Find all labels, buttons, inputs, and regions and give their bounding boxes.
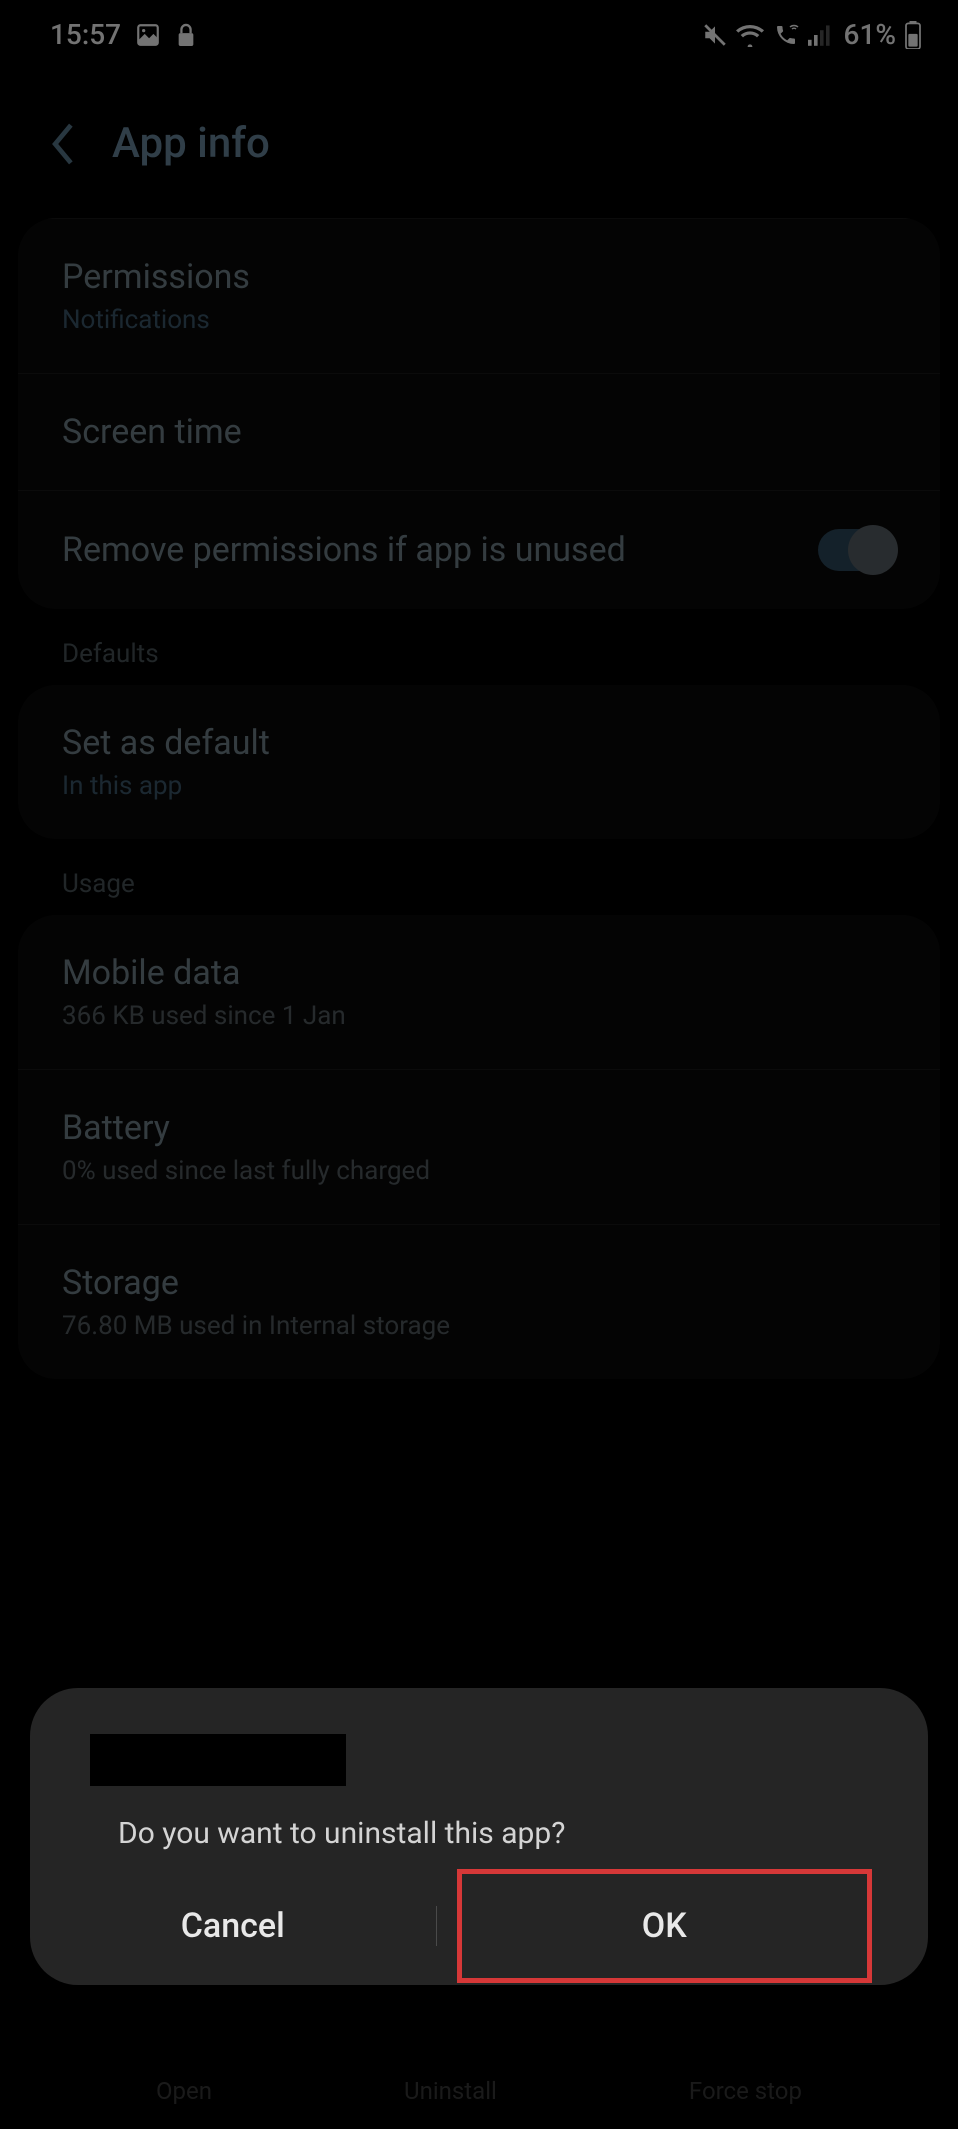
item-title: Storage	[62, 1263, 896, 1303]
back-icon[interactable]	[50, 122, 76, 166]
action-uninstall[interactable]: Uninstall	[404, 2077, 497, 2105]
section-defaults: Defaults	[0, 609, 958, 685]
item-subtitle: In this app	[62, 771, 896, 801]
card-defaults: Set as default In this app	[18, 685, 940, 839]
item-subtitle: 0% used since last fully charged	[62, 1156, 896, 1186]
item-subtitle: Notifications	[62, 305, 896, 335]
item-title: Remove permissions if app is unused	[62, 530, 626, 570]
item-title: Permissions	[62, 257, 896, 297]
item-storage[interactable]: Storage 76.80 MB used in Internal storag…	[18, 1225, 940, 1379]
action-force-stop[interactable]: Force stop	[689, 2077, 802, 2105]
ok-button[interactable]: OK	[457, 1869, 873, 1983]
status-left: 15:57	[50, 18, 197, 51]
item-subtitle: 76.80 MB used in Internal storage	[62, 1311, 896, 1341]
app-header: App info	[0, 69, 958, 218]
status-right: 61%	[702, 18, 922, 51]
wifi-calling-icon	[772, 23, 800, 47]
lock-icon	[175, 22, 197, 48]
item-remove-permissions[interactable]: Remove permissions if app is unused	[18, 491, 940, 609]
item-mobile-data[interactable]: Mobile data 366 KB used since 1 Jan	[18, 915, 940, 1070]
signal-icon	[808, 24, 832, 46]
item-title: Mobile data	[62, 953, 896, 993]
mute-icon	[702, 22, 728, 48]
item-title: Screen time	[62, 412, 896, 452]
page-title: App info	[112, 119, 270, 168]
item-permissions[interactable]: Permissions Notifications	[18, 218, 940, 374]
image-icon	[135, 22, 161, 48]
bottom-action-bar: Open Uninstall Force stop	[0, 2077, 958, 2129]
card-privacy: Permissions Notifications Screen time Re…	[18, 218, 940, 609]
battery-text: 61%	[844, 18, 896, 51]
item-title: Battery	[62, 1108, 896, 1148]
battery-icon	[904, 21, 922, 49]
toggle-thumb	[848, 525, 898, 575]
dialog-divider	[436, 1906, 437, 1946]
item-battery[interactable]: Battery 0% used since last fully charged	[18, 1070, 940, 1225]
item-screen-time[interactable]: Screen time	[18, 374, 940, 491]
section-usage: Usage	[0, 839, 958, 915]
action-open[interactable]: Open	[156, 2077, 212, 2105]
item-subtitle: 366 KB used since 1 Jan	[62, 1001, 896, 1031]
wifi-icon	[736, 23, 764, 47]
uninstall-dialog: Do you want to uninstall this app? Cance…	[30, 1688, 928, 1985]
dialog-app-name-redacted	[90, 1734, 346, 1786]
status-time: 15:57	[50, 18, 121, 51]
item-title: Set as default	[62, 723, 896, 763]
card-usage: Mobile data 366 KB used since 1 Jan Batt…	[18, 915, 940, 1379]
cancel-button[interactable]: Cancel	[30, 1890, 436, 1962]
status-bar: 15:57 61%	[0, 0, 958, 69]
dialog-buttons: Cancel OK	[30, 1891, 928, 1961]
item-set-as-default[interactable]: Set as default In this app	[18, 685, 940, 839]
toggle-remove-permissions[interactable]	[818, 529, 896, 571]
